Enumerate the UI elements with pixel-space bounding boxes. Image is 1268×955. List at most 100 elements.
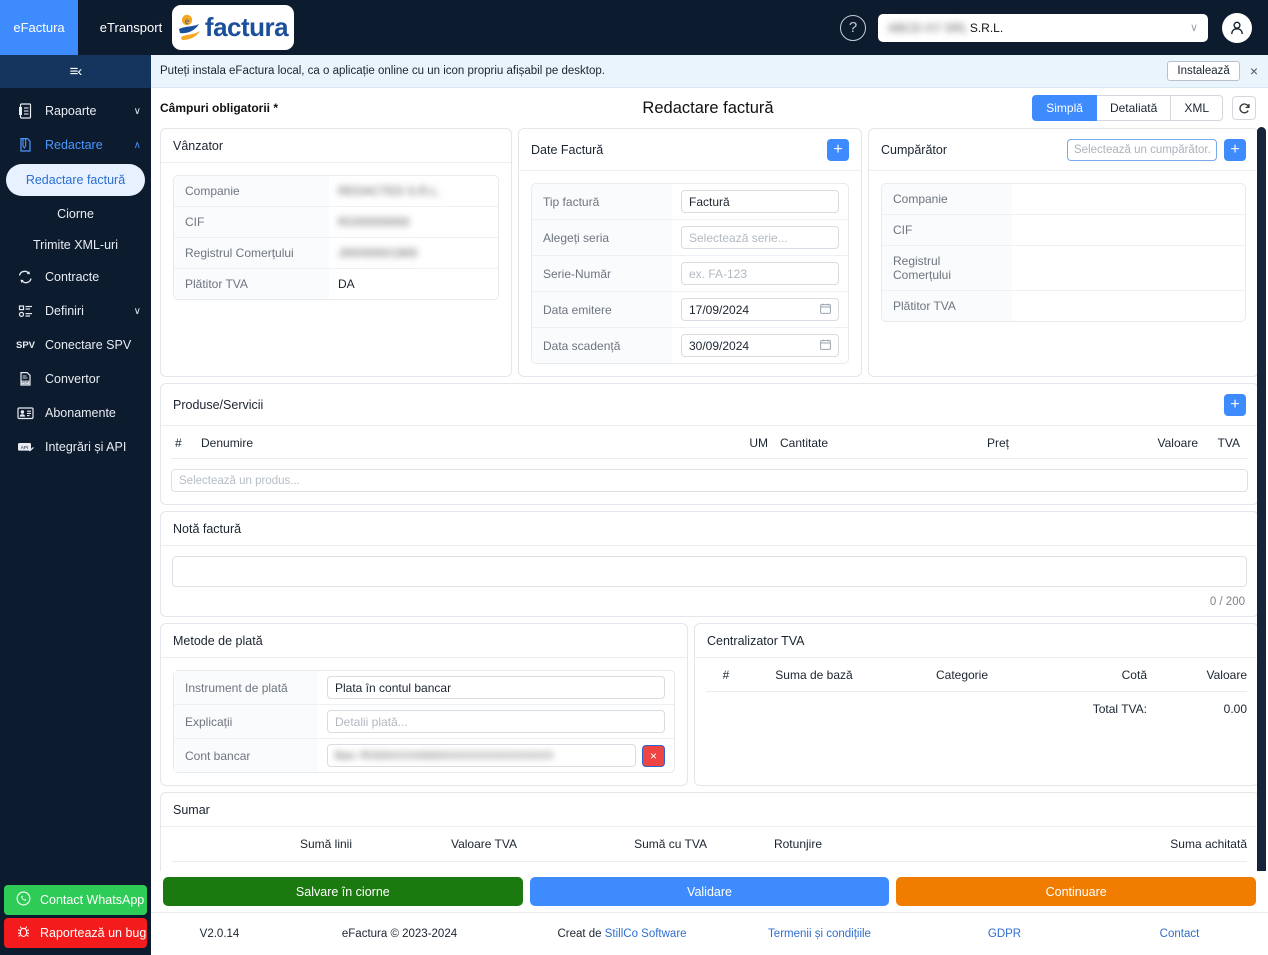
spv-icon: SPV xyxy=(16,339,36,351)
vat-col-valoare: Valoare xyxy=(1206,668,1247,682)
invoice-seria-input[interactable] xyxy=(681,226,839,249)
products-col-tva: TVA xyxy=(1217,436,1240,450)
products-title-text: Produse/Servicii xyxy=(173,398,264,412)
buyer-registru-value xyxy=(1012,246,1245,290)
tab-detaliata[interactable]: Detaliată xyxy=(1096,95,1172,121)
buyer-cif-label: CIF xyxy=(882,215,1012,245)
buyer-search-input[interactable] xyxy=(1067,139,1217,161)
products-col-cantitate: Cantitate xyxy=(780,436,829,450)
summary-col-suma-cu-tva: Sumă cu TVA xyxy=(634,837,707,851)
products-col-num: # xyxy=(175,436,182,450)
calendar-icon[interactable] xyxy=(820,303,831,317)
tab-simpla[interactable]: Simplă xyxy=(1032,95,1097,121)
install-notice-banner: Puteți instala eFactura local, ca o apli… xyxy=(151,55,1268,88)
sidebar-item-redactare-factura-label: Redactare factură xyxy=(25,173,126,187)
sidebar-item-definiri[interactable]: Definiri ∨ xyxy=(0,294,151,328)
edit-document-icon xyxy=(16,137,35,153)
tab-efactura[interactable]: eFactura xyxy=(0,0,96,55)
table-row: CIF RO00000000 xyxy=(174,207,498,238)
note-textarea[interactable] xyxy=(172,556,1247,587)
invoice-tip-input[interactable] xyxy=(681,190,839,213)
vat-table: # Suma de bază Categorie Cotă Valoare To… xyxy=(706,668,1247,716)
refresh-icon[interactable] xyxy=(1232,96,1256,120)
footer-contact-link[interactable]: Contact xyxy=(1097,928,1262,940)
invoice-title-text: Date Factură xyxy=(531,143,604,157)
sidebar-item-integrari-api[interactable]: API Integrări și API xyxy=(0,430,151,464)
payment-explicatii-input[interactable] xyxy=(327,710,665,733)
payment-table: Instrument de plată Explicații xyxy=(173,670,675,773)
avatar[interactable] xyxy=(1222,12,1252,43)
scrollbar-thumb[interactable] xyxy=(1257,127,1266,871)
footer-terms-link[interactable]: Termenii și condițiile xyxy=(727,928,912,940)
table-row: Cont bancar Ban: RO00XXXX0000XXXXXXXXXXX… xyxy=(174,739,674,772)
save-draft-button[interactable]: Salvare în ciorne xyxy=(163,877,523,906)
seller-registru-label: Registrul Comerțului xyxy=(174,238,329,268)
buyer-title-text: Cumpărător xyxy=(881,143,947,157)
install-button[interactable]: Instalează xyxy=(1167,61,1240,81)
invoice-data-scadenta-input[interactable]: 30/09/2024 xyxy=(681,334,839,357)
chevron-down-icon: ∨ xyxy=(133,105,141,117)
chevron-up-icon: ∧ xyxy=(133,139,141,151)
buyer-companie-value xyxy=(1012,184,1245,214)
report-bug-button[interactable]: Raportează un bug xyxy=(4,918,147,948)
sidebar-item-trimite-xml[interactable]: Trimite XML-uri xyxy=(0,229,151,260)
table-row: Registrul Comerțului J00/0000/1900 xyxy=(174,238,498,269)
sidebar-item-redactare[interactable]: Redactare ∧ xyxy=(0,128,151,162)
delete-bank-account-button[interactable]: × xyxy=(642,744,665,767)
footer-stillco-link[interactable]: StillCo Software xyxy=(605,928,687,940)
sync-arrows-icon xyxy=(16,269,35,285)
seller-panel-title: Vânzator xyxy=(161,129,511,163)
sidebar-item-redactare-label: Redactare xyxy=(45,138,103,152)
tab-xml[interactable]: XML xyxy=(1171,95,1223,121)
svg-text:e: e xyxy=(185,16,189,26)
invoice-data-emitere-value: 17/09/2024 xyxy=(689,302,750,317)
continue-button[interactable]: Continuare xyxy=(896,877,1257,906)
user-icon xyxy=(1231,21,1243,34)
sidebar-item-convertor[interactable]: PDF Convertor xyxy=(0,362,151,396)
invoice-data-emitere-input[interactable]: 17/09/2024 xyxy=(681,298,839,321)
payment-instrument-input[interactable] xyxy=(327,676,665,699)
hamburger-collapse-icon: ≡‹ xyxy=(69,63,83,80)
vat-title-text: Centralizator TVA xyxy=(707,634,805,648)
product-select-input[interactable] xyxy=(171,469,1248,492)
add-product-button[interactable]: + xyxy=(1224,394,1246,416)
invoice-seria-label: Alegeți seria xyxy=(532,220,672,255)
invoice-serie-numar-input[interactable] xyxy=(681,262,839,285)
seller-companie-value: REDACTED S.R.L. xyxy=(338,184,441,198)
help-icon[interactable]: ? xyxy=(840,14,866,41)
sidebar-item-conectare-spv[interactable]: SPV Conectare SPV xyxy=(0,328,151,362)
report-bug-label: Raportează un bug xyxy=(40,926,147,940)
sidebar-collapse-button[interactable]: ≡‹ xyxy=(0,55,151,88)
add-buyer-button[interactable]: + xyxy=(1224,139,1246,161)
sidebar-item-abonamente[interactable]: Abonamente xyxy=(0,396,151,430)
summary-col-suma-achitata: Suma achitată xyxy=(1170,837,1247,851)
top-bar: eFactura eTransport e factura ? ABCD-XY … xyxy=(0,0,1268,55)
validate-button[interactable]: Validare xyxy=(529,877,890,906)
summary-panel: Sumar Sumă linii Valoare TVA Sumă cu TVA… xyxy=(160,792,1259,871)
vertical-scrollbar[interactable] xyxy=(1257,127,1266,871)
sidebar-item-rapoarte[interactable]: Rapoarte ∨ xyxy=(0,94,151,128)
payment-cont-bancar-input[interactable]: Ban: RO00XXXX0000XXXXXXXXXXXXXXX xyxy=(327,744,636,767)
payment-panel-title: Metode de plată xyxy=(161,624,687,658)
contact-whatsapp-button[interactable]: Contact WhatsApp xyxy=(4,885,147,915)
sidebar-item-ciorne[interactable]: Ciorne xyxy=(0,198,151,229)
seller-cif-value: RO00000000 xyxy=(338,215,410,229)
install-notice-text: Puteți instala eFactura local, ca o apli… xyxy=(160,65,605,77)
sidebar-item-redactare-factura[interactable]: Redactare factură xyxy=(6,164,145,196)
vat-total-value: 0.00 xyxy=(1223,702,1247,716)
footer-version: V2.0.14 xyxy=(199,928,240,940)
add-invoice-series-button[interactable]: + xyxy=(827,139,849,161)
sidebar-item-contracte[interactable]: Contracte xyxy=(0,260,151,294)
table-row: Instrument de plată xyxy=(174,671,674,705)
products-table-header: # Denumire UM Cantitate Preț Valoare TVA xyxy=(171,436,1248,459)
app-logo[interactable]: e factura xyxy=(172,5,294,50)
note-panel-title: Notă factură xyxy=(161,512,1258,546)
company-selector[interactable]: ABCD-XY SRL S.R.L. ∨ xyxy=(878,13,1208,42)
footer-gdpr-link[interactable]: GDPR xyxy=(912,928,1097,940)
vat-col-num: # xyxy=(722,668,730,682)
close-icon[interactable]: × xyxy=(1250,63,1258,79)
calendar-icon[interactable] xyxy=(820,339,831,353)
sidebar-item-integrari-api-label: Integrări și API xyxy=(45,440,127,454)
footer-created-prefix: Creat de xyxy=(557,928,605,940)
products-col-um: UM xyxy=(749,436,768,450)
